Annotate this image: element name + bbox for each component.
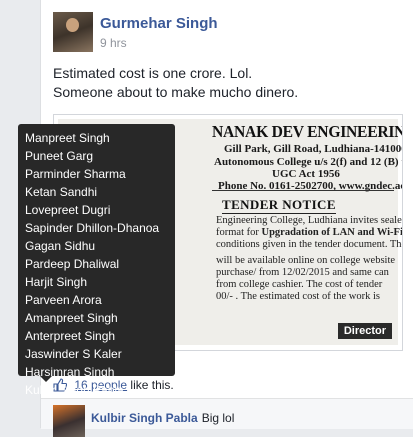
commenter-avatar[interactable]: [53, 405, 85, 437]
comment-text: Big lol: [201, 411, 235, 425]
tender-body-line: conditions given in the tender document.…: [216, 239, 403, 250]
liker-name: Parminder Sharma: [25, 167, 126, 181]
liker-name: Manpreet Singh: [25, 131, 110, 145]
liker-name: Puneet Garg: [25, 149, 94, 163]
post-text-line: Estimated cost is one crore. Lol.: [53, 65, 253, 81]
college-address: Gill Park, Gill Road, Ludhiana-141006: [224, 143, 403, 155]
tender-body-line: from college cashier. The cost of tender: [216, 279, 383, 290]
college-ugc: UGC Act 1956: [272, 168, 340, 180]
liker-name: Jaswinder S Kaler: [25, 347, 122, 361]
liker-name: Harjit Singh: [25, 275, 88, 289]
comment-author-line: Kulbir Singh Pabla Big lol: [91, 411, 234, 425]
tender-body-line: format for Upgradation of LAN and Wi-Fi: [216, 227, 403, 238]
tender-body-line: Engineering College, Ludhiana invites se…: [216, 215, 403, 226]
tooltip-arrow: [40, 376, 52, 382]
liker-name: Pardeep Dhaliwal: [25, 257, 120, 271]
author-avatar[interactable]: [53, 12, 93, 52]
tender-body-line: 00/- . The estimated cost of the work is: [216, 291, 380, 302]
liker-name: Amanpreet Singh: [25, 311, 118, 325]
college-status: Autonomous College u/s 2(f) and 12 (B) u…: [214, 156, 402, 168]
liker-name: Ketan Sandhi: [25, 185, 98, 199]
comment-row: Kulbir Singh Pabla Big lol: [41, 398, 413, 437]
college-name: NANAK DEV ENGINEERING COLLEGE: [212, 122, 402, 141]
liker-name: Lovepreet Dugri: [25, 203, 111, 217]
notice-divider: [212, 190, 394, 191]
liker-name: Kulbir Singh Pabla: [25, 383, 124, 397]
likers-tooltip: Manpreet Singh Puneet Garg Parminder Sha…: [18, 124, 175, 397]
liker-name: Anterpreet Singh: [25, 329, 116, 343]
post-timestamp[interactable]: 9 hrs: [100, 36, 127, 50]
liker-name: Sapinder Dhillon-Dhanoa: [25, 221, 160, 235]
post-author-name[interactable]: Gurmehar Singh: [100, 15, 218, 32]
tender-body-line: will be available online on college webs…: [216, 255, 396, 266]
tender-heading: TENDER NOTICE: [222, 197, 336, 214]
comment-author[interactable]: Kulbir Singh Pabla: [91, 411, 198, 425]
post-text: Estimated cost is one crore. Lol. Someon…: [53, 64, 403, 102]
tender-body-line: purchase/ from 12/02/2015 and same can: [216, 267, 389, 278]
post-text-line: Someone about to make mucho dinero.: [53, 84, 299, 100]
director-signature: Director: [337, 323, 392, 339]
liker-name: Gagan Sidhu: [25, 239, 96, 253]
liker-name: Parveen Arora: [25, 293, 102, 307]
